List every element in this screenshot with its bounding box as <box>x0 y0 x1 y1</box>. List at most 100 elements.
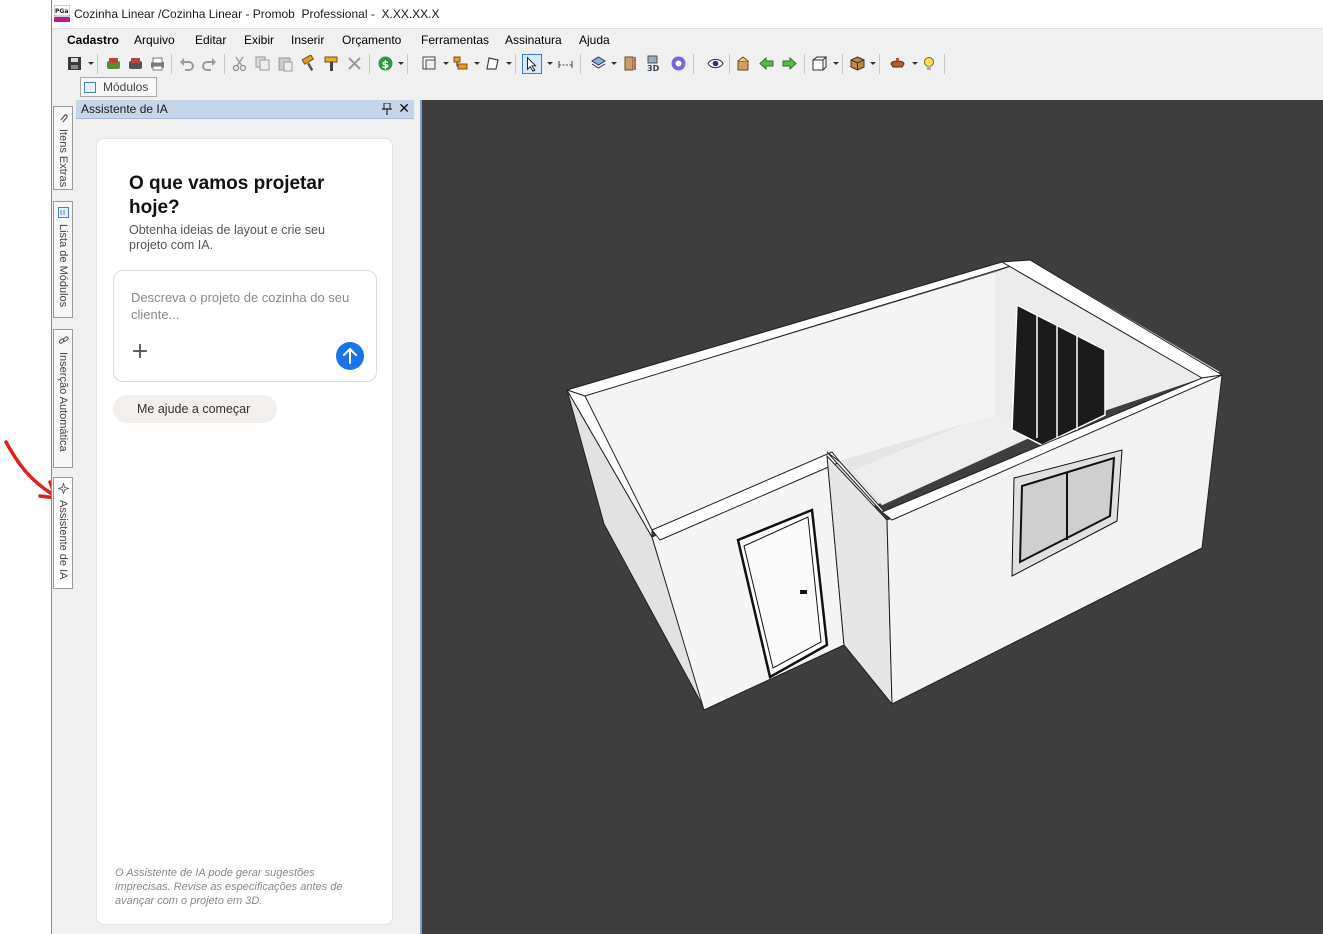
sparkle-icon <box>58 483 69 494</box>
lamp-icon[interactable] <box>889 55 906 72</box>
lamp-dropdown-icon[interactable] <box>912 62 918 65</box>
paint-icon[interactable] <box>300 55 317 72</box>
side-tab-itens-extras[interactable]: Itens Extras <box>53 106 73 190</box>
ai-gear-icon[interactable] <box>670 55 687 72</box>
box-dropdown-icon[interactable] <box>870 62 876 65</box>
toolbar-separator <box>580 54 581 74</box>
budget-dropdown-icon[interactable] <box>398 62 404 65</box>
svg-text:3D: 3D <box>647 64 660 72</box>
view-cube-dropdown-icon[interactable] <box>833 62 839 65</box>
elevation-icon[interactable] <box>622 55 639 72</box>
plus-icon[interactable]: + <box>130 341 150 363</box>
title-bar: PGa Cozinha Linear /Cozinha Linear - Pro… <box>52 0 1323 29</box>
module-view-icon[interactable] <box>421 55 438 72</box>
select-icon[interactable] <box>522 54 542 74</box>
paste-icon[interactable] <box>277 55 294 72</box>
send-button[interactable] <box>336 342 364 370</box>
menu-editar[interactable]: Editar <box>195 33 226 47</box>
side-tab-insercao-automatica[interactable]: Inserção Automática <box>53 329 73 468</box>
svg-text:PGa: PGa <box>55 8 68 15</box>
modules-icon <box>84 82 96 93</box>
toolbar-separator <box>804 54 805 74</box>
shape-icon[interactable] <box>484 55 501 72</box>
save-dropdown-icon[interactable] <box>88 62 94 65</box>
help-me-start-chip[interactable]: Me ajude a começar <box>113 395 277 423</box>
hierarchy-icon[interactable] <box>452 55 469 72</box>
menu-ferramentas[interactable]: Ferramentas <box>421 33 489 47</box>
view-cube-icon[interactable] <box>811 55 828 72</box>
door-handle <box>800 590 807 594</box>
arrow-right-icon[interactable] <box>781 55 798 72</box>
tab-modulos[interactable]: Módulos <box>80 77 157 97</box>
layers-dropdown-icon[interactable] <box>611 62 617 65</box>
hierarchy-dropdown-icon[interactable] <box>474 62 480 65</box>
menu-bar: Cadastro Arquivo Editar Exibir Inserir O… <box>52 29 1323 51</box>
toolbar-separator <box>407 54 408 74</box>
select-dropdown-icon[interactable] <box>547 62 553 65</box>
assistant-heading: O que vamos projetar hoje? <box>129 173 325 218</box>
tab-modulos-label: Módulos <box>103 80 149 94</box>
delete-icon[interactable] <box>346 55 363 72</box>
ai-assistant-panel: Assistente de IA ✕ O que vamos projetar … <box>76 100 414 934</box>
toolbar: $ 3D <box>52 51 1323 77</box>
menu-assinatura[interactable]: Assinatura <box>505 33 562 47</box>
panel-title: Assistente de IA <box>81 102 168 116</box>
toolbar-separator <box>369 54 370 74</box>
menu-ajuda[interactable]: Ajuda <box>579 33 610 47</box>
side-tab-label: Assistente de IA <box>57 500 69 580</box>
room-3d-model[interactable] <box>422 100 1323 934</box>
window-title: Cozinha Linear /Cozinha Linear - Promob … <box>74 7 440 21</box>
shape-dropdown-icon[interactable] <box>506 62 512 65</box>
menu-inserir[interactable]: Inserir <box>291 33 324 47</box>
light-bulb-icon[interactable] <box>921 55 938 72</box>
svg-text:$: $ <box>382 58 390 71</box>
eye-icon[interactable] <box>707 55 724 72</box>
toolbar-separator <box>97 54 98 74</box>
3d-icon[interactable]: 3D <box>645 55 662 72</box>
box-open-icon[interactable] <box>735 55 752 72</box>
layers-icon[interactable] <box>590 55 607 72</box>
export-icon[interactable] <box>105 55 122 72</box>
toolbar-separator <box>515 54 516 74</box>
toolbar-separator <box>224 54 225 74</box>
budget-icon[interactable]: $ <box>377 55 394 72</box>
side-tab-bar: Itens Extras Lista de Módulos Inserção A… <box>52 100 74 934</box>
side-tab-lista-de-modulos[interactable]: Lista de Módulos <box>53 201 73 318</box>
render-icon[interactable] <box>127 55 144 72</box>
side-tab-label: Itens Extras <box>57 129 69 188</box>
toolbar-separator <box>693 54 694 74</box>
list-modules-icon <box>58 207 69 218</box>
pin-icon[interactable] <box>382 103 392 115</box>
save-icon[interactable] <box>66 55 83 72</box>
print-icon[interactable] <box>149 55 166 72</box>
3d-viewport[interactable] <box>420 100 1323 934</box>
box-icon[interactable] <box>849 55 866 72</box>
toolbar-separator <box>879 54 880 74</box>
assistant-card: O que vamos projetar hoje? Obtenha ideia… <box>96 138 393 925</box>
panel-header: Assistente de IA ✕ <box>76 100 414 119</box>
undo-icon[interactable] <box>178 55 195 72</box>
prompt-box: + <box>113 270 377 382</box>
toolbar-separator <box>842 54 843 74</box>
menu-arquivo[interactable]: Arquivo <box>134 33 175 47</box>
copy-icon[interactable] <box>254 55 271 72</box>
document-tab-strip: Módulos <box>52 77 1323 99</box>
menu-orcamento[interactable]: Orçamento <box>342 33 401 47</box>
format-painter-icon[interactable] <box>323 55 340 72</box>
measure-icon[interactable] <box>557 55 574 72</box>
cut-icon[interactable] <box>231 55 248 72</box>
menu-exibir[interactable]: Exibir <box>244 33 274 47</box>
app-logo-icon: PGa <box>54 5 70 22</box>
side-tab-assistente-de-ia[interactable]: Assistente de IA <box>53 477 73 589</box>
toolbar-separator <box>171 54 172 74</box>
close-icon[interactable]: ✕ <box>398 101 410 117</box>
chain-link-icon <box>58 336 69 344</box>
paperclip-icon <box>60 114 68 123</box>
arrow-left-icon[interactable] <box>758 55 775 72</box>
toolbar-separator <box>729 54 730 74</box>
menu-cadastro[interactable]: Cadastro <box>67 33 119 47</box>
prompt-input[interactable] <box>131 289 356 329</box>
assistant-subheading: Obtenha ideias de layout e crie seu proj… <box>129 223 325 252</box>
module-view-dropdown-icon[interactable] <box>443 62 449 65</box>
redo-icon[interactable] <box>201 55 218 72</box>
